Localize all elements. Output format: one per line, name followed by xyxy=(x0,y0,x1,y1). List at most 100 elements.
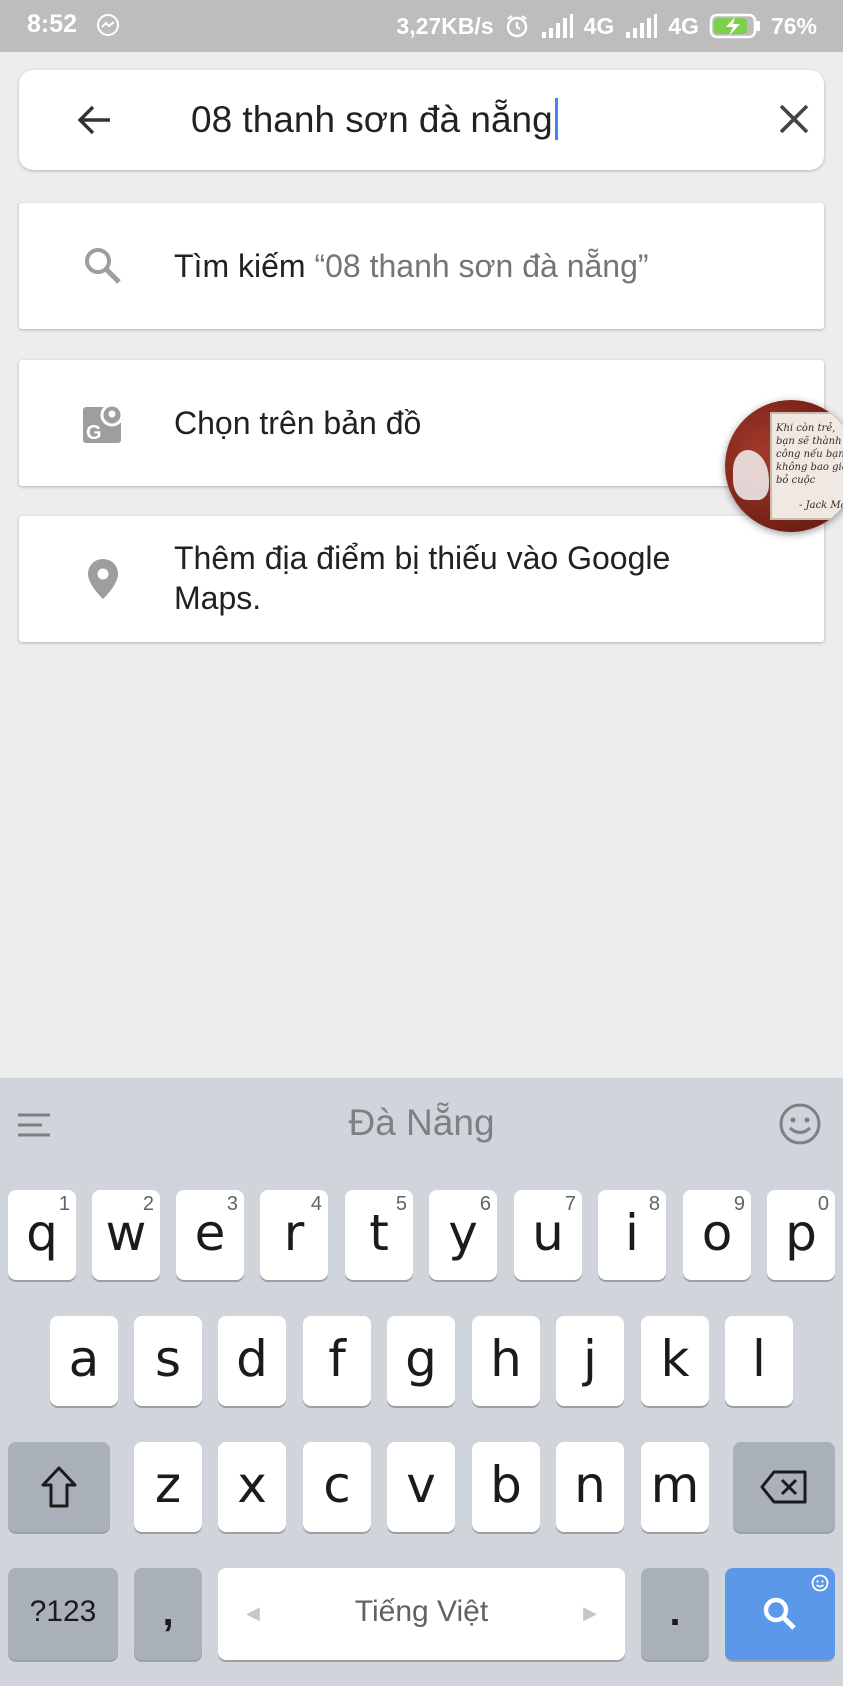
key-a[interactable]: a xyxy=(50,1316,118,1406)
result-search-prefix: Tìm kiếm xyxy=(174,248,306,284)
space-key[interactable]: ◀ Tiếng Việt ▶ xyxy=(218,1568,625,1660)
key-char: t xyxy=(369,1204,389,1262)
place-pin-icon xyxy=(88,559,118,599)
key-p[interactable]: 0p xyxy=(767,1190,835,1280)
backspace-key[interactable] xyxy=(733,1442,835,1532)
bubble-figure-image xyxy=(733,450,769,500)
search-key[interactable] xyxy=(725,1568,835,1660)
signal-icon-2 xyxy=(626,14,658,38)
key-n[interactable]: n xyxy=(556,1442,624,1532)
key-number: 6 xyxy=(479,1193,491,1215)
symbols-key[interactable]: ?123 xyxy=(8,1568,118,1660)
key-char: p xyxy=(785,1204,817,1262)
key-k[interactable]: k xyxy=(641,1316,709,1406)
key-char: o xyxy=(701,1204,733,1262)
text-cursor xyxy=(554,98,558,140)
key-char: j xyxy=(583,1330,597,1388)
arrow-left-icon[interactable] xyxy=(76,102,112,138)
space-key-label: Tiếng Việt xyxy=(354,1595,489,1628)
key-char: a xyxy=(68,1330,100,1388)
key-s[interactable]: s xyxy=(134,1316,202,1406)
key-number: 5 xyxy=(395,1193,407,1215)
result-search-query: “08 thanh sơn đà nẵng” xyxy=(314,248,649,284)
key-v[interactable]: v xyxy=(387,1442,455,1532)
key-char: d xyxy=(236,1330,268,1388)
key-w[interactable]: 2w xyxy=(92,1190,160,1280)
left-arrow-icon: ◀ xyxy=(246,1603,260,1623)
key-number: 9 xyxy=(733,1193,745,1215)
key-y[interactable]: 6y xyxy=(429,1190,497,1280)
key-f[interactable]: f xyxy=(303,1316,371,1406)
key-number: 1 xyxy=(58,1193,70,1215)
key-b[interactable]: b xyxy=(472,1442,540,1532)
key-char: w xyxy=(105,1204,147,1262)
key-t[interactable]: 5t xyxy=(345,1190,413,1280)
messenger-icon xyxy=(97,14,119,36)
battery-percent: 76% xyxy=(770,12,817,39)
key-r[interactable]: 4r xyxy=(260,1190,328,1280)
backspace-icon xyxy=(760,1470,807,1504)
key-u[interactable]: 7u xyxy=(514,1190,582,1280)
result-add-missing-place[interactable]: Thêm địa điểm bị thiếu vào Google Maps. xyxy=(19,516,824,642)
search-query-text: 08 thanh sơn đà nẵng xyxy=(191,99,553,140)
result-choose-on-map[interactable]: G Chọn trên bản đồ xyxy=(19,360,824,486)
emoji-small-icon xyxy=(811,1574,829,1592)
network-type-1: 4G xyxy=(583,12,615,39)
result-choose-on-map-label: Chọn trên bản đồ xyxy=(174,405,422,441)
key-number: 7 xyxy=(564,1193,576,1215)
key-char: l xyxy=(752,1330,766,1388)
shift-key[interactable] xyxy=(8,1442,110,1532)
shift-icon xyxy=(41,1466,77,1508)
status-time: 8:52 xyxy=(27,10,78,38)
key-j[interactable]: j xyxy=(556,1316,624,1406)
key-number: 8 xyxy=(648,1193,660,1215)
key-char: q xyxy=(26,1204,58,1262)
svg-text:G: G xyxy=(86,422,102,444)
result-add-line-1: Thêm địa điểm bị thiếu vào Google xyxy=(174,540,671,576)
key-l[interactable]: l xyxy=(725,1316,793,1406)
key-d[interactable]: d xyxy=(218,1316,286,1406)
key-q[interactable]: 1q xyxy=(8,1190,76,1280)
period-key-label: . xyxy=(669,1590,681,1634)
search-input[interactable]: 08 thanh sơn đà nẵng xyxy=(191,98,558,141)
bubble-quote-author: - Jack Ma- xyxy=(799,500,843,511)
key-e[interactable]: 3e xyxy=(176,1190,244,1280)
key-char: g xyxy=(405,1330,437,1388)
key-g[interactable]: g xyxy=(387,1316,455,1406)
key-char: c xyxy=(323,1456,351,1514)
search-bar: 08 thanh sơn đà nẵng xyxy=(19,70,824,170)
floating-chat-bubble[interactable]: Khi còn trẻ, bạn sẽ thành công nếu bạn k… xyxy=(725,400,843,532)
key-i[interactable]: 8i xyxy=(598,1190,666,1280)
comma-key[interactable]: , xyxy=(134,1568,202,1660)
key-char: n xyxy=(574,1456,606,1514)
key-char: x xyxy=(237,1456,267,1514)
bubble-quote-text: Khi còn trẻ, bạn sẽ thành công nếu bạn k… xyxy=(776,423,843,486)
symbols-key-label: ?123 xyxy=(29,1595,97,1628)
alarm-icon xyxy=(506,15,527,38)
signal-icon xyxy=(541,14,573,38)
result-search[interactable]: Tìm kiếm “08 thanh sơn đà nẵng” xyxy=(19,203,824,329)
keyboard-suggestion[interactable]: Đà Nẵng xyxy=(0,1102,843,1144)
key-char: i xyxy=(625,1204,639,1262)
network-type-2: 4G xyxy=(668,12,699,39)
emoji-icon[interactable] xyxy=(778,1102,822,1146)
key-m[interactable]: m xyxy=(641,1442,709,1532)
result-search-text: Tìm kiếm “08 thanh sơn đà nẵng” xyxy=(174,246,649,286)
key-number: 0 xyxy=(817,1193,829,1215)
search-icon xyxy=(763,1597,796,1630)
key-number: 2 xyxy=(142,1193,154,1215)
close-icon[interactable] xyxy=(776,101,812,137)
key-c[interactable]: c xyxy=(303,1442,371,1532)
key-x[interactable]: x xyxy=(218,1442,286,1532)
key-char: z xyxy=(154,1456,182,1514)
period-key[interactable]: . xyxy=(641,1568,709,1660)
key-h[interactable]: h xyxy=(472,1316,540,1406)
right-arrow-icon: ▶ xyxy=(583,1603,597,1623)
key-z[interactable]: z xyxy=(134,1442,202,1532)
key-number: 4 xyxy=(310,1193,322,1215)
key-o[interactable]: 9o xyxy=(683,1190,751,1280)
key-char: u xyxy=(532,1204,564,1262)
result-add-missing-place-text: Thêm địa điểm bị thiếu vào Google Maps. xyxy=(174,538,670,618)
key-char: s xyxy=(154,1330,182,1388)
key-char: m xyxy=(650,1456,700,1514)
